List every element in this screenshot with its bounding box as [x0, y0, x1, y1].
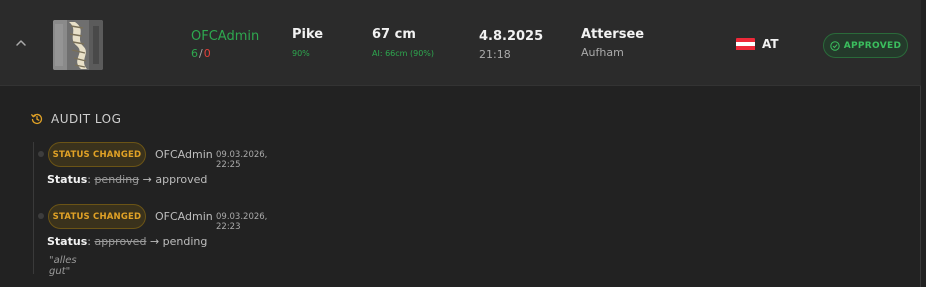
timeline-dot: [38, 151, 44, 157]
audit-actor: OFCAdmin: [155, 148, 213, 161]
user-name[interactable]: OFCAdmin: [191, 29, 259, 44]
status-changed-badge: STATUS CHANGED: [48, 142, 146, 167]
ai-length: AI: 66cm (90%): [372, 49, 435, 58]
vote-count: 6/0: [191, 47, 259, 60]
audit-change: Status: pending → approved: [47, 173, 208, 186]
chevron-up-icon[interactable]: [14, 35, 28, 49]
change-to: approved: [155, 173, 208, 186]
country-code: AT: [762, 37, 779, 51]
catch-photo[interactable]: [53, 20, 103, 70]
change-to: pending: [162, 235, 208, 248]
length-value: 67 cm: [372, 27, 416, 42]
catch-row[interactable]: OFCAdmin 6/0 Pike 90% 67 cm AI: 66cm (90…: [0, 0, 921, 86]
species-name: Pike: [292, 27, 324, 42]
species-column: Pike 90%: [292, 27, 323, 58]
audit-timeline: [33, 142, 34, 274]
votes-up: 6: [191, 47, 198, 60]
audit-log-title: AUDIT LOG: [51, 112, 122, 126]
change-from: approved: [94, 235, 147, 248]
audit-timestamp: 09.03.2026, 22:23: [216, 212, 268, 232]
history-icon: [31, 113, 43, 125]
status-label: APPROVED: [843, 40, 902, 51]
catch-time: 21:18: [479, 48, 511, 61]
audit-actor: OFCAdmin: [155, 210, 213, 223]
change-arrow: →: [142, 173, 152, 186]
catch-date: 4.8.2025: [479, 29, 544, 44]
water-location: Aufham: [581, 46, 624, 59]
status-changed-badge: STATUS CHANGED: [48, 204, 146, 229]
country: AT: [736, 37, 779, 51]
audit-timestamp: 09.03.2026, 22:25: [216, 150, 268, 170]
votes-separator: /: [199, 47, 203, 60]
water-column: Attersee Aufham: [581, 27, 644, 59]
votes-down: 0: [203, 47, 211, 60]
audit-change: Status: approved → pending: [47, 235, 208, 248]
audit-log-header: AUDIT LOG: [31, 112, 121, 126]
catch-card: OFCAdmin 6/0 Pike 90% 67 cm AI: 66cm (90…: [0, 0, 921, 287]
change-from: pending: [94, 173, 140, 186]
species-confidence: 90%: [292, 49, 310, 58]
timeline-dot: [38, 213, 44, 219]
water-name: Attersee: [581, 27, 645, 42]
length-column: 67 cm AI: 66cm (90%): [372, 27, 434, 58]
change-field: Status: [47, 235, 88, 248]
status-badge: APPROVED: [823, 33, 908, 58]
audit-comment: "alles gut": [49, 255, 77, 277]
change-arrow: →: [149, 235, 160, 248]
austria-flag-icon: [736, 37, 755, 51]
catch-user: OFCAdmin 6/0: [191, 29, 259, 60]
check-circle-icon: [830, 40, 840, 51]
date-column: 4.8.2025 21:18: [479, 29, 543, 61]
change-field: Status: [47, 173, 88, 186]
